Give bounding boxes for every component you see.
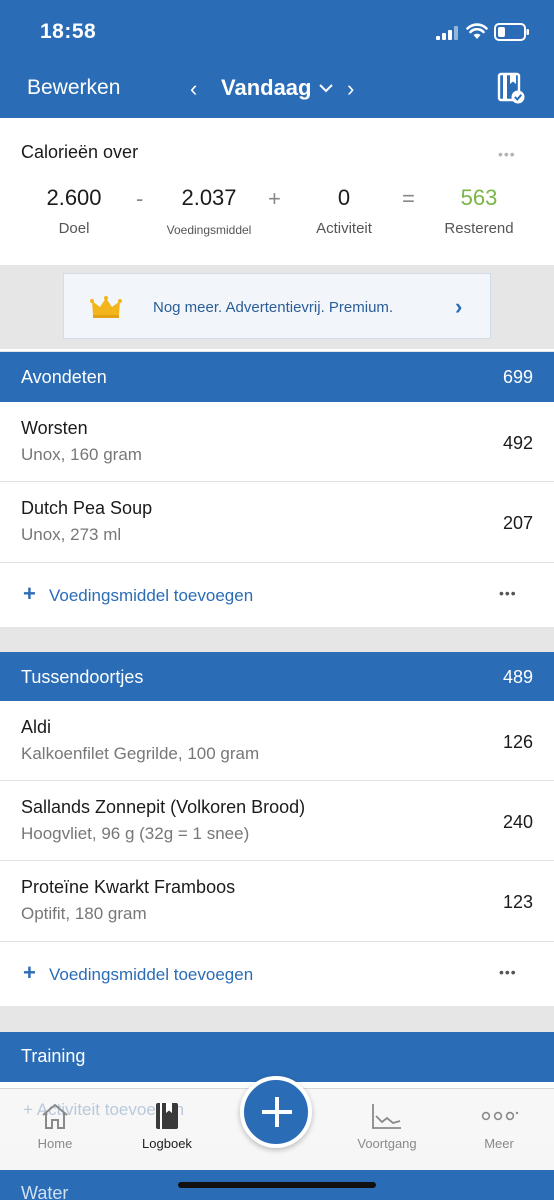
status-bar: 18:58 — [0, 0, 554, 60]
food-entry[interactable]: Aldi Kalkoenfilet Gegrilde, 100 gram 126 — [0, 701, 554, 781]
calories-title: Calorieën over — [21, 142, 139, 162]
calories-remaining-card: Calorieën over ••• 2.600 Doel - 2.037 Vo… — [0, 118, 554, 265]
progress-chart-icon — [372, 1104, 401, 1129]
section-header-training: Training — [0, 1032, 554, 1082]
remaining-value: 563 — [460, 185, 498, 210]
food-calories: 207 — [502, 513, 533, 533]
tab-label: Logboek — [142, 1136, 192, 1151]
food-label: Voedingsmiddel — [166, 223, 252, 237]
minus-operator: - — [136, 186, 144, 211]
tab-progress[interactable]: Voortgang — [350, 1102, 424, 1151]
remaining-label: Resterend — [444, 220, 514, 237]
food-details: Kalkoenfilet Gegrilde, 100 gram — [21, 744, 260, 763]
premium-banner[interactable]: Nog meer. Advertentievrij. Premium. › — [63, 273, 491, 339]
diary-complete-icon[interactable] — [497, 72, 525, 104]
cellular-signal-icon — [436, 26, 458, 40]
chevron-right-icon: › — [455, 294, 463, 319]
previous-day-button[interactable]: ‹ — [190, 76, 197, 102]
divider — [0, 349, 554, 351]
food-name: Aldi — [21, 717, 52, 737]
add-food-row-dinner: + Voedingsmiddel toevoegen ••• — [0, 563, 554, 627]
top-bar: 18:58 Bewerken ‹ Vandaag › — [0, 0, 554, 118]
food-name: Worsten — [21, 418, 88, 438]
food-entry[interactable]: Sallands Zonnepit (Volkoren Brood) Hoogv… — [0, 781, 554, 861]
status-time: 18:58 — [40, 20, 97, 43]
food-details: Optifit, 180 gram — [21, 904, 147, 923]
food-calories: 126 — [502, 732, 533, 752]
logbook-icon — [156, 1103, 178, 1129]
activity-label: Activiteit — [316, 220, 372, 237]
food-calories: 240 — [502, 812, 533, 832]
battery-icon — [494, 23, 529, 41]
food-value: 2.037 — [181, 185, 237, 210]
add-food-button[interactable]: Voedingsmiddel toevoegen — [49, 586, 253, 606]
tab-label: Meer — [484, 1136, 514, 1151]
food-name: Dutch Pea Soup — [21, 498, 153, 518]
next-day-button[interactable]: › — [347, 76, 354, 102]
food-entry[interactable]: Proteïne Kwarkt Framboos Optifit, 180 gr… — [0, 861, 554, 942]
section-name: Tussendoortjes — [21, 667, 144, 687]
home-indicator — [178, 1182, 376, 1188]
food-details: Hoogvliet, 96 g (32g = 1 snee) — [21, 824, 250, 843]
section-header-dinner: Avondeten 699 — [0, 352, 554, 402]
more-options-icon[interactable]: ••• — [499, 585, 517, 601]
section-header-snacks: Tussendoortjes 489 — [0, 652, 554, 702]
food-name: Sallands Zonnepit (Volkoren Brood) — [21, 797, 306, 817]
crown-icon — [90, 296, 122, 318]
equals-operator: = — [402, 186, 415, 211]
food-details: Unox, 160 gram — [21, 445, 142, 464]
add-food-row-snacks: + Voedingsmiddel toevoegen ••• — [0, 942, 554, 1006]
more-dots-icon — [481, 1111, 519, 1121]
goal-label: Doel — [58, 220, 90, 237]
food-details: Unox, 273 ml — [21, 525, 122, 544]
section-name: Avondeten — [21, 367, 107, 387]
tab-label: Voortgang — [357, 1136, 417, 1151]
food-entry[interactable]: Dutch Pea Soup Unox, 273 ml 207 — [0, 482, 554, 563]
section-total: 699 — [502, 367, 533, 387]
food-name: Proteïne Kwarkt Framboos — [21, 877, 236, 897]
more-options-icon[interactable]: ••• — [498, 146, 516, 162]
wifi-icon — [466, 23, 488, 39]
add-icon[interactable]: + — [23, 581, 36, 607]
tab-label: Home — [37, 1136, 73, 1151]
premium-banner-text: Nog meer. Advertentievrij. Premium. — [153, 299, 394, 316]
add-food-button[interactable]: Voedingsmiddel toevoegen — [49, 965, 253, 985]
food-calories: 123 — [502, 892, 533, 912]
plus-icon — [262, 1110, 292, 1114]
edit-button[interactable]: Bewerken — [27, 76, 120, 100]
section-name: Training — [21, 1046, 86, 1066]
activity-value: 0 — [337, 185, 351, 210]
tab-logbook[interactable]: Logboek — [132, 1102, 202, 1151]
add-icon[interactable]: + — [23, 960, 36, 986]
quick-add-button[interactable] — [240, 1076, 312, 1148]
chevron-down-icon[interactable] — [318, 82, 334, 94]
plus-operator: + — [268, 186, 281, 211]
goal-value: 2.600 — [46, 185, 102, 210]
section-total: 489 — [502, 667, 533, 687]
tab-more[interactable]: Meer — [472, 1102, 526, 1151]
food-calories: 492 — [502, 433, 533, 453]
more-options-icon[interactable]: ••• — [499, 964, 517, 980]
section-name: Water — [21, 1183, 69, 1200]
tab-home[interactable]: Home — [25, 1102, 85, 1151]
date-selector[interactable]: Vandaag — [221, 75, 311, 101]
home-icon — [42, 1103, 68, 1129]
food-entry[interactable]: Worsten Unox, 160 gram 492 — [0, 402, 554, 482]
